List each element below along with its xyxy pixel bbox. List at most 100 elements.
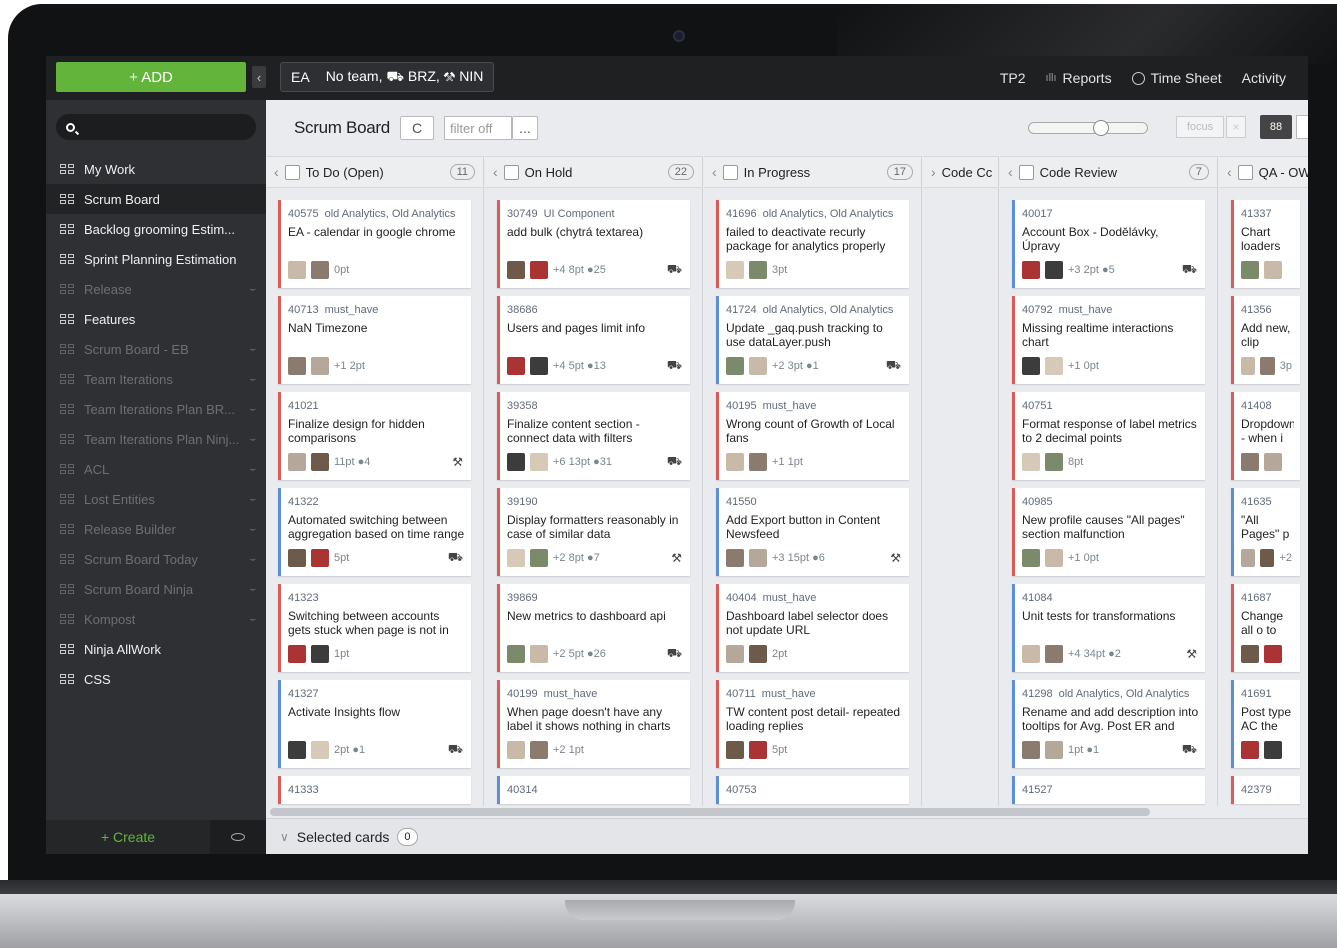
task-card[interactable]: 39190 Display formatters reasonably in ca… — [497, 488, 690, 576]
avatar[interactable] — [288, 357, 306, 375]
list-view-button[interactable] — [1296, 115, 1308, 139]
task-card[interactable]: 41327 Activate Insights flow 2pt ●1 ⛟ — [278, 680, 471, 768]
collapse-sidebar-button[interactable]: ‹ — [252, 66, 266, 88]
card-id[interactable]: 30749 — [507, 208, 538, 220]
avatar[interactable] — [530, 453, 548, 471]
avatar[interactable] — [530, 357, 548, 375]
sidebar-item[interactable]: Ninja AllWork — [46, 634, 266, 664]
avatar[interactable] — [1241, 261, 1259, 279]
card-id[interactable]: 41527 — [1022, 784, 1053, 796]
visibility-toggle[interactable] — [210, 820, 266, 854]
task-card[interactable]: 41337 Chart loaders — [1231, 200, 1300, 288]
card-id[interactable]: 41724 — [726, 304, 757, 316]
avatar[interactable] — [507, 549, 525, 567]
sidebar-item[interactable]: Team Iterations ⌣ — [46, 364, 266, 394]
task-card[interactable]: 40711 must_have TW content post detail- re… — [716, 680, 909, 768]
task-card[interactable]: 40195 must_have Wrong count of Growth of L… — [716, 392, 909, 480]
chevron-left-icon[interactable]: ‹ — [1008, 164, 1013, 180]
avatar[interactable] — [1045, 453, 1063, 471]
column-header[interactable]: ‹ Code Review 7 — [1000, 156, 1217, 188]
sidebar-item[interactable]: Scrum Board - EB ⌣ — [46, 334, 266, 364]
card-id[interactable]: 41322 — [288, 496, 319, 508]
avatar[interactable] — [311, 261, 329, 279]
avatar[interactable] — [288, 741, 306, 759]
task-card[interactable]: 40792 must_have Missing realtime interacti… — [1012, 296, 1205, 384]
nav-activity[interactable]: Activity — [1242, 70, 1286, 86]
task-card[interactable]: 41687 Change all o to YouTube — [1231, 584, 1300, 672]
column-header[interactable]: ‹ QA - OW — [1219, 156, 1308, 188]
card-id[interactable]: 40753 — [726, 784, 757, 796]
avatar[interactable] — [1264, 741, 1282, 759]
board-view-button[interactable]: 88 — [1260, 115, 1292, 139]
avatar[interactable] — [726, 645, 744, 663]
chevron-right-icon[interactable]: › — [931, 164, 936, 180]
horizontal-scrollbar[interactable] — [270, 808, 1150, 816]
sidebar-item[interactable]: Lost Entities ⌣ — [46, 484, 266, 514]
card-id[interactable]: 41635 — [1241, 496, 1272, 508]
search-input[interactable] — [56, 114, 256, 140]
avatar[interactable] — [749, 549, 767, 567]
focus-button[interactable]: focus — [1176, 116, 1224, 138]
avatar[interactable] — [1045, 261, 1063, 279]
sidebar-item[interactable]: Team Iterations Plan Ninj... ⌣ — [46, 424, 266, 454]
sidebar-item[interactable]: Scrum Board Today ⌣ — [46, 544, 266, 574]
card-id[interactable]: 41021 — [288, 400, 319, 412]
card-id[interactable]: 40017 — [1022, 208, 1053, 220]
column-checkbox[interactable] — [503, 164, 519, 180]
chevron-left-icon[interactable]: ‹ — [274, 164, 279, 180]
task-card[interactable]: 41021 Finalize design for hidden comparis… — [278, 392, 471, 480]
avatar[interactable] — [311, 645, 329, 663]
refresh-button[interactable]: C — [400, 116, 434, 140]
task-card[interactable]: 41298 old Analytics, Old Analytics Rename … — [1012, 680, 1205, 768]
avatar[interactable] — [1045, 645, 1063, 663]
focus-clear-button[interactable]: × — [1226, 116, 1246, 138]
column-checkbox[interactable] — [1237, 164, 1253, 180]
column-header[interactable]: › Code Cc — [923, 156, 998, 188]
avatar[interactable] — [1241, 453, 1259, 471]
sidebar-item[interactable]: Features — [46, 304, 266, 334]
task-card[interactable]: 41333 — [278, 776, 471, 804]
avatar[interactable] — [1045, 357, 1063, 375]
zoom-slider[interactable] — [1028, 120, 1148, 136]
avatar[interactable] — [1241, 741, 1259, 759]
avatar[interactable] — [749, 261, 767, 279]
avatar[interactable] — [530, 645, 548, 663]
avatar[interactable] — [726, 357, 744, 375]
task-card[interactable]: 41323 Switching between accounts gets stu… — [278, 584, 471, 672]
column-checkbox[interactable] — [284, 164, 300, 180]
add-button[interactable]: + ADD — [56, 62, 246, 92]
card-id[interactable]: 42379 — [1241, 784, 1272, 796]
card-id[interactable]: 39358 — [507, 400, 538, 412]
card-id[interactable]: 40751 — [1022, 400, 1053, 412]
nav-timesheet[interactable]: Time Sheet — [1131, 70, 1222, 86]
avatar[interactable] — [507, 453, 525, 471]
avatar[interactable] — [726, 741, 744, 759]
sidebar-item[interactable]: CSS — [46, 664, 266, 694]
sidebar-item[interactable]: Backlog grooming Estim... — [46, 214, 266, 244]
avatar[interactable] — [749, 453, 767, 471]
task-card[interactable]: 40753 — [716, 776, 909, 804]
team-selector[interactable]: EA No team, ⛟ BRZ, ⚒ NIN — [280, 62, 495, 92]
sidebar-item[interactable]: Team Iterations Plan BR... ⌣ — [46, 394, 266, 424]
create-button[interactable]: + Create — [46, 820, 210, 854]
avatar[interactable] — [507, 741, 525, 759]
card-id[interactable]: 40711 — [726, 688, 756, 700]
avatar[interactable] — [726, 261, 744, 279]
avatar[interactable] — [507, 645, 525, 663]
avatar[interactable] — [1264, 261, 1282, 279]
chevron-left-icon[interactable]: ‹ — [1227, 164, 1232, 180]
card-id[interactable]: 41691 — [1241, 688, 1272, 700]
task-card[interactable]: 40404 must_have Dashboard label selector d… — [716, 584, 909, 672]
task-card[interactable]: 40575 old Analytics, Old Analytics EA - ca… — [278, 200, 471, 288]
task-card[interactable]: 41084 Unit tests for transformations +4 34… — [1012, 584, 1205, 672]
avatar[interactable] — [1022, 357, 1040, 375]
sidebar-item[interactable]: Sprint Planning Estimation — [46, 244, 266, 274]
avatar[interactable] — [749, 645, 767, 663]
sidebar-item[interactable]: Release Builder ⌣ — [46, 514, 266, 544]
card-id[interactable]: 41084 — [1022, 592, 1053, 604]
avatar[interactable] — [311, 453, 329, 471]
avatar[interactable] — [1264, 645, 1282, 663]
avatar[interactable] — [530, 741, 548, 759]
card-id[interactable]: 41337 — [1241, 208, 1272, 220]
avatar[interactable] — [1022, 549, 1040, 567]
